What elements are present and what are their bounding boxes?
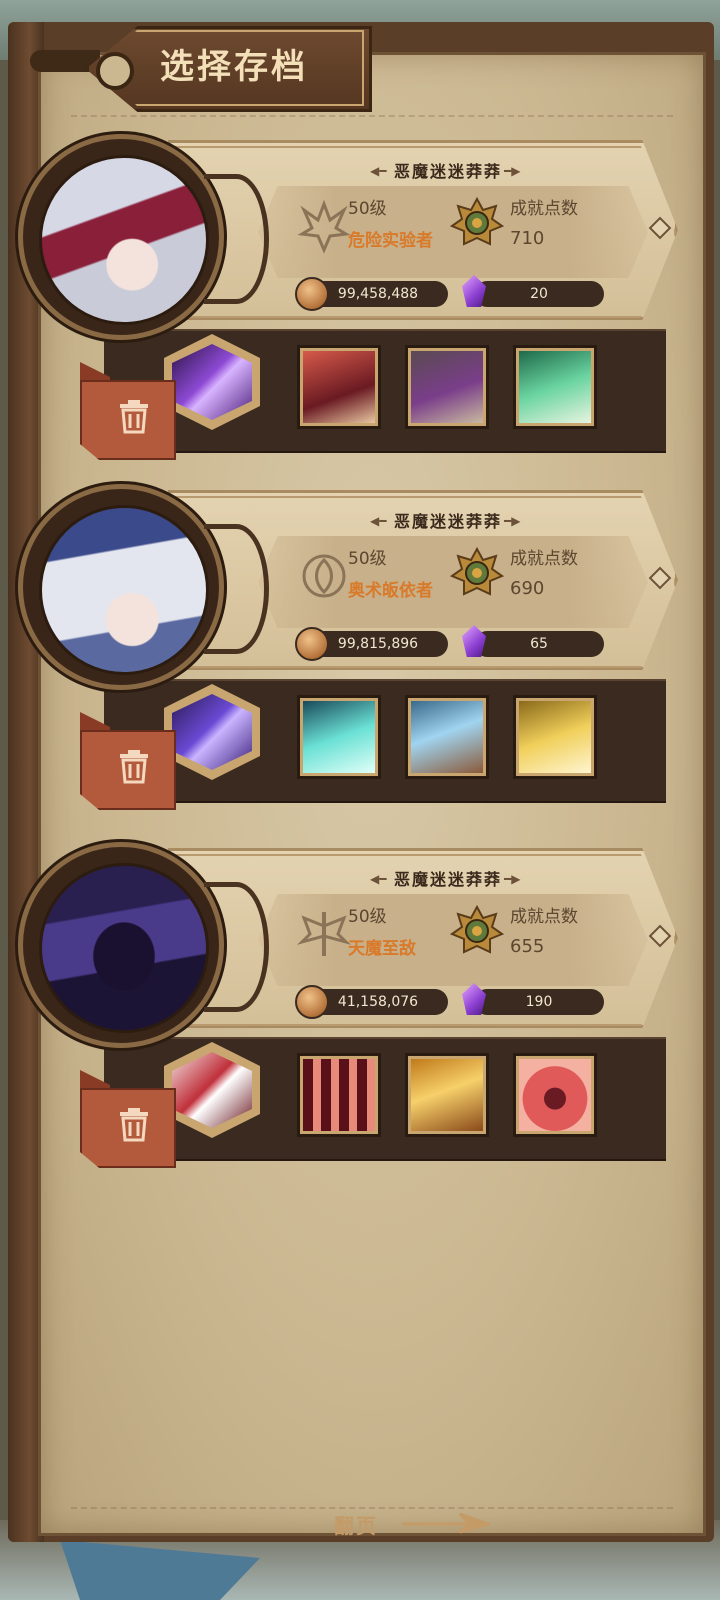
player-level: 50级 [348,549,387,569]
gold-coin-icon [295,985,329,1019]
page-title: 选择存档 [160,47,308,87]
arcane-emblem-icon [302,554,346,598]
achievement-label: 成就点数 [510,907,578,927]
golden-sword-skill-icon[interactable] [516,698,594,776]
gold-amount: 99,458,488 [308,281,448,307]
trash-icon [120,400,148,434]
player-level: 50级 [348,199,387,219]
arrow-right-icon [402,1512,490,1534]
character-portrait[interactable] [18,134,224,340]
class-name: 危险实验者 [348,231,433,251]
slot-name: 恶魔迷迷莽莽 [393,870,502,889]
shadow-face-skill-icon[interactable] [408,348,486,426]
red-demon-skill-icon[interactable] [300,348,378,426]
achievement-icon [450,196,504,246]
blue-crowned-mage-portrait [39,505,209,675]
branch-ornament [204,524,269,654]
gem-amount: 65 [474,631,604,657]
achievement-icon [450,546,504,596]
branch-ornament [204,882,269,1012]
horned-emblem-icon [297,199,351,254]
achievement-label: 成就点数 [510,549,578,569]
gem-amount: 190 [474,989,604,1015]
slot-name: 恶魔迷迷莽莽 [393,162,502,181]
class-name: 奥术皈依者 [348,581,433,601]
trash-icon [120,1108,148,1142]
save-slot-3[interactable]: ◀━ 恶魔迷迷莽莽 ━▶ 50级 天魔至敌 成就点数 655 41,158,07… [18,842,678,1168]
achievement-icon [450,904,504,954]
winged-sword-emblem-icon [296,912,352,956]
tag-hole [96,52,134,90]
gem-amount: 20 [474,281,604,307]
slot-name: 恶魔迷迷莽莽 [393,512,502,531]
gold-coin-icon [295,627,329,661]
player-level: 50级 [348,907,387,927]
save-slot-1[interactable]: ◀━ 恶魔迷迷莽莽 ━▶ 50级 危险实验者 成就点数 710 99,458,4… [18,134,678,460]
ornament-right: ━▶ [504,872,521,886]
ornament-right: ━▶ [504,164,521,178]
achievement-label: 成就点数 [510,199,578,219]
character-portrait[interactable] [18,842,224,1048]
gold-amount: 41,158,076 [308,989,448,1015]
dark-armored-knight-portrait [39,863,209,1033]
ornament-right: ━▶ [504,514,521,528]
golden-flare-skill-icon[interactable] [408,1056,486,1134]
ice-shard-skill-icon[interactable] [408,698,486,776]
teal-burst-skill-icon[interactable] [300,698,378,776]
achievement-points: 690 [510,578,545,599]
red-claw-skill-icon[interactable] [300,1056,378,1134]
red-vortex-skill-icon[interactable] [516,1056,594,1134]
achievement-points: 655 [510,936,545,957]
silver-haired-witch-portrait [39,155,209,325]
gold-amount: 99,815,896 [308,631,448,657]
branch-ornament [204,174,269,304]
class-name: 天魔至敌 [348,939,416,959]
save-slot-2[interactable]: ◀━ 恶魔迷迷莽莽 ━▶ 50级 奥术皈依者 成就点数 690 99,815,8… [18,484,678,810]
character-portrait[interactable] [18,484,224,690]
achievement-points: 710 [510,228,545,249]
green-rune-skill-icon[interactable] [516,348,594,426]
gold-coin-icon [295,277,329,311]
page-divider [71,1507,673,1509]
trash-icon [120,750,148,784]
page-divider [71,115,673,117]
